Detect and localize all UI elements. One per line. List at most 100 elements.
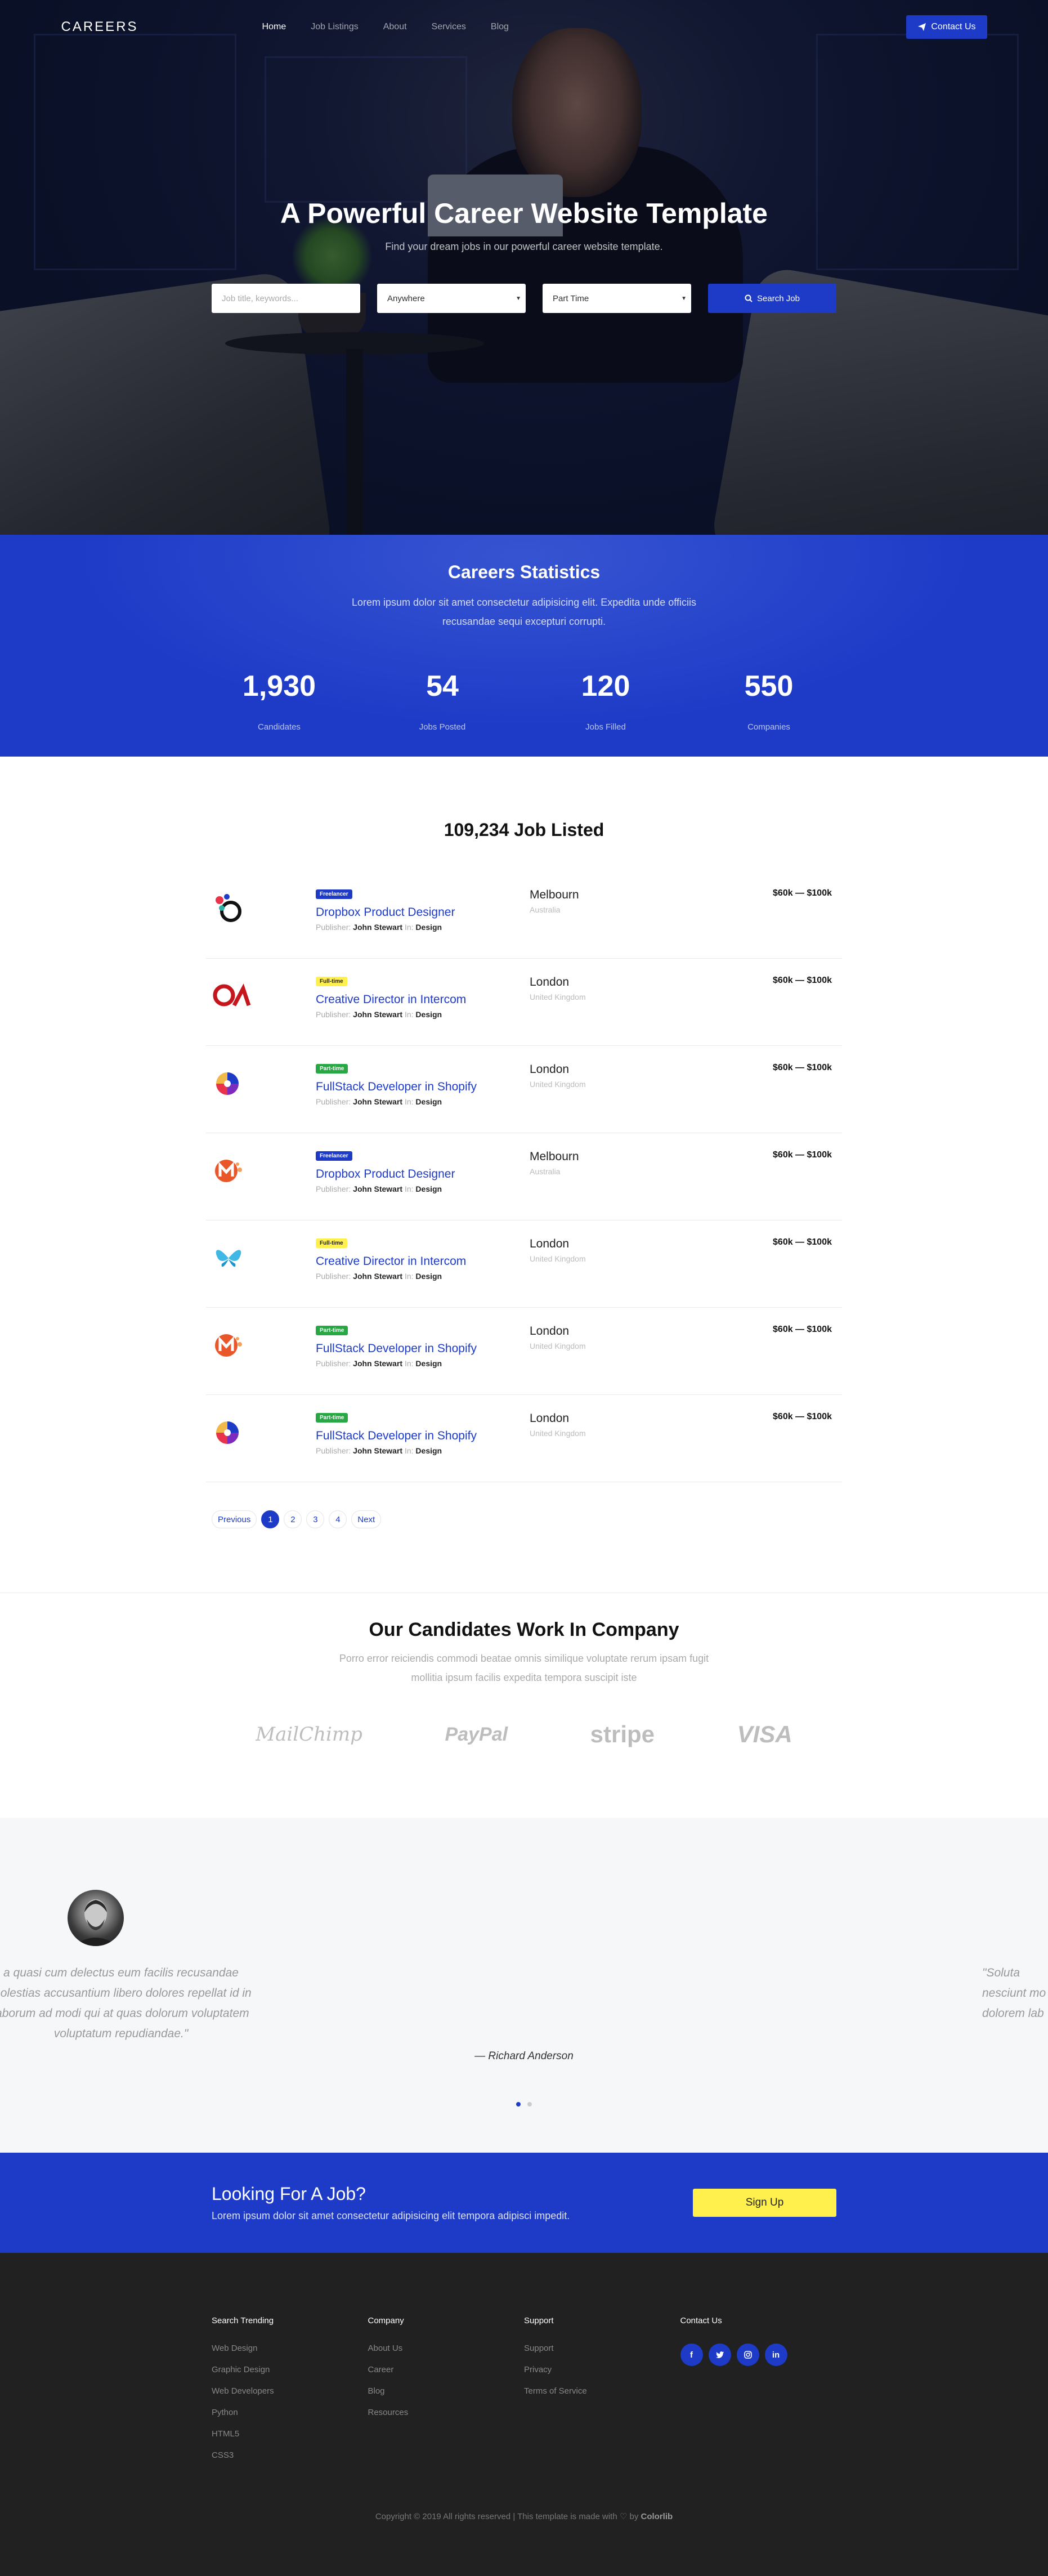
footer-link[interactable]: About Us bbox=[368, 2344, 525, 2353]
job-title-link[interactable]: Creative Director in Intercom bbox=[316, 993, 530, 1007]
job-title-link[interactable]: Dropbox Product Designer bbox=[316, 906, 530, 919]
footer-link[interactable]: Resources bbox=[368, 2408, 525, 2417]
mailchimp-logo: MailChimp bbox=[256, 1723, 362, 1746]
paypal-logo: PayPal bbox=[445, 1723, 508, 1745]
footer-link[interactable]: Python bbox=[212, 2408, 368, 2417]
footer-link[interactable]: Graphic Design bbox=[212, 2365, 368, 2374]
job-country: United Kingdom bbox=[530, 1429, 586, 1438]
location-select[interactable]: Anywhere ▼ bbox=[377, 284, 526, 313]
testimonial-quote: a quasi cum delectus eum facilis recusan… bbox=[0, 1966, 252, 2040]
nav-services[interactable]: Services bbox=[432, 22, 466, 32]
job-location: Melbourn Australia bbox=[530, 888, 698, 914]
contact-us-button[interactable]: Contact Us bbox=[906, 15, 987, 39]
job-title-link[interactable]: Creative Director in Intercom bbox=[316, 1255, 530, 1268]
stat-number: 550 bbox=[744, 670, 794, 703]
footer-link[interactable]: Terms of Service bbox=[524, 2386, 680, 2396]
main-menu: Home Job Listings About Services Blog bbox=[262, 22, 509, 32]
footer-link[interactable]: HTML5 bbox=[212, 2429, 368, 2439]
job-row[interactable]: Part-time FullStack Developer in Shopify P… bbox=[206, 1395, 842, 1482]
job-search-form: Job title, keywords... Anywhere ▼ Part T… bbox=[212, 284, 836, 313]
job-title-link[interactable]: FullStack Developer in Shopify bbox=[316, 1429, 530, 1443]
site-logo[interactable]: CAREERS bbox=[61, 19, 138, 35]
job-type-value: Part Time bbox=[553, 293, 589, 303]
footer-link[interactable]: CSS3 bbox=[212, 2450, 368, 2460]
job-row[interactable]: Freelancer Dropbox Product Designer Publis… bbox=[206, 871, 842, 959]
pagination-previous[interactable]: Previous bbox=[212, 1510, 257, 1528]
search-icon bbox=[745, 294, 753, 302]
job-title-link[interactable]: FullStack Developer in Shopify bbox=[316, 1342, 530, 1356]
job-row[interactable]: Part-time FullStack Developer in Shopify P… bbox=[206, 1046, 842, 1133]
facebook-icon[interactable]: f bbox=[680, 2344, 703, 2366]
job-row[interactable]: Part-time FullStack Developer in Shopify P… bbox=[206, 1308, 842, 1395]
job-row[interactable]: Full-time Creative Director in Intercom Pu… bbox=[206, 1220, 842, 1308]
footer-col-company: Company About Us Career Blog Resources bbox=[368, 2316, 525, 2472]
copyright-by: by bbox=[629, 2512, 639, 2521]
job-publisher: Publisher: John Stewart In: Design bbox=[316, 1184, 530, 1193]
footer-link[interactable]: Privacy bbox=[524, 2365, 680, 2374]
pagination-page-3[interactable]: 3 bbox=[306, 1510, 325, 1528]
nav-home[interactable]: Home bbox=[262, 22, 286, 32]
nav-job-listings[interactable]: Job Listings bbox=[311, 22, 359, 32]
footer-link[interactable]: Web Design bbox=[212, 2344, 368, 2353]
job-main: Freelancer Dropbox Product Designer Publis… bbox=[316, 1150, 530, 1193]
job-type-badge: Part-time bbox=[316, 1326, 348, 1335]
pagination-page-4[interactable]: 4 bbox=[329, 1510, 347, 1528]
linkedin-icon[interactable]: in bbox=[764, 2344, 787, 2366]
in-label: In: bbox=[404, 1010, 414, 1019]
instagram-icon[interactable] bbox=[736, 2344, 759, 2366]
job-type-select[interactable]: Part Time ▼ bbox=[543, 284, 691, 313]
instagram-glyph-icon bbox=[744, 2351, 752, 2359]
cta-text: Lorem ipsum dolor sit amet consectetur a… bbox=[212, 2210, 570, 2221]
pagination-page-1[interactable]: 1 bbox=[261, 1510, 280, 1528]
stat-number: 1,930 bbox=[242, 670, 316, 703]
job-city: London bbox=[530, 1325, 570, 1338]
select-caret-icon: ▼ bbox=[516, 295, 521, 302]
job-publisher: Publisher: John Stewart In: Design bbox=[316, 1446, 530, 1455]
carousel-dot[interactable] bbox=[527, 2102, 532, 2107]
cta-section: Looking For A Job? Lorem ipsum dolor sit… bbox=[0, 2153, 1048, 2253]
job-type-badge: Full-time bbox=[316, 1238, 347, 1248]
companies-title: Our Candidates Work In Company bbox=[369, 1619, 679, 1640]
job-salary: $60k — $100k bbox=[773, 976, 832, 985]
footer-link[interactable]: Career bbox=[368, 2365, 525, 2374]
job-type-badge: Full-time bbox=[316, 977, 347, 986]
twitter-icon[interactable] bbox=[708, 2344, 731, 2366]
publisher-prefix: Publisher: bbox=[316, 1097, 351, 1106]
job-location: London United Kingdom bbox=[530, 1412, 698, 1438]
job-country: Australia bbox=[530, 1167, 561, 1176]
colorlib-link[interactable]: Colorlib bbox=[641, 2512, 673, 2521]
carousel-dot[interactable] bbox=[516, 2102, 521, 2107]
job-publisher: Publisher: John Stewart In: Design bbox=[316, 923, 530, 932]
publisher-name: John Stewart bbox=[353, 1184, 403, 1193]
job-row[interactable]: Full-time Creative Director in Intercom Pu… bbox=[206, 959, 842, 1046]
job-city: Melbourn bbox=[530, 888, 579, 901]
job-publisher: Publisher: John Stewart In: Design bbox=[316, 1272, 530, 1281]
job-list: Freelancer Dropbox Product Designer Publis… bbox=[206, 871, 842, 1482]
pagination-page-2[interactable]: 2 bbox=[284, 1510, 302, 1528]
footer-link[interactable]: Web Developers bbox=[212, 2386, 368, 2396]
footer: Search Trending Web Design Graphic Desig… bbox=[0, 2253, 1048, 2576]
pagination-next[interactable]: Next bbox=[351, 1510, 382, 1528]
pagination: Previous 1 2 3 4 Next bbox=[212, 1510, 836, 1528]
footer-col-support: Support Support Privacy Terms of Service bbox=[524, 2316, 680, 2472]
keywords-input[interactable]: Job title, keywords... bbox=[212, 284, 360, 313]
footer-link[interactable]: Support bbox=[524, 2344, 680, 2353]
job-country: United Kingdom bbox=[530, 1254, 586, 1263]
contact-us-label: Contact Us bbox=[931, 21, 976, 32]
company-logo-m-logo bbox=[212, 1327, 248, 1364]
stripe-logo: stripe bbox=[590, 1721, 655, 1747]
job-category: Design bbox=[415, 1359, 442, 1368]
company-logo-intercom-logo bbox=[212, 978, 251, 1015]
job-title-link[interactable]: Dropbox Product Designer bbox=[316, 1168, 530, 1181]
job-row[interactable]: Freelancer Dropbox Product Designer Publis… bbox=[206, 1133, 842, 1220]
job-title-link[interactable]: FullStack Developer in Shopify bbox=[316, 1080, 530, 1094]
publisher-prefix: Publisher: bbox=[316, 1272, 351, 1281]
sign-up-button[interactable]: Sign Up bbox=[693, 2189, 836, 2217]
job-salary: $60k — $100k bbox=[773, 1325, 832, 1334]
search-job-button[interactable]: Search Job bbox=[708, 284, 836, 313]
footer-link[interactable]: Blog bbox=[368, 2386, 525, 2396]
nav-blog[interactable]: Blog bbox=[491, 22, 509, 32]
publisher-name: John Stewart bbox=[353, 1446, 403, 1455]
heart-icon: ♡ bbox=[619, 2512, 628, 2521]
nav-about[interactable]: About bbox=[383, 22, 407, 32]
